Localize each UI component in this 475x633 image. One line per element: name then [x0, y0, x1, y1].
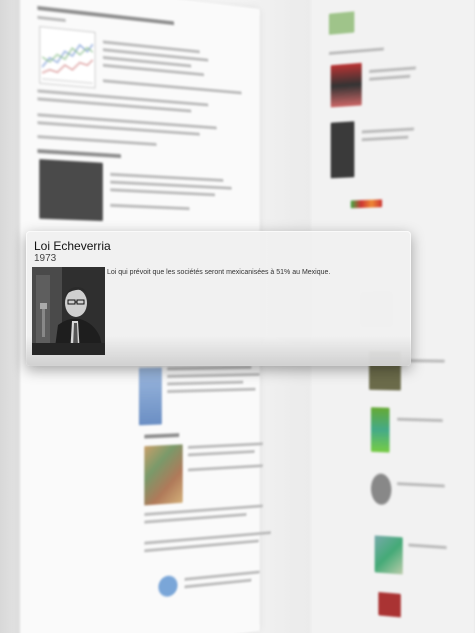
blurred-text	[167, 373, 260, 378]
blurred-text	[167, 387, 256, 393]
event-description: Loi qui prévoit que les sociétés seront …	[107, 269, 331, 276]
blurred-text	[397, 417, 443, 423]
blurred-text	[37, 135, 157, 146]
blurred-text	[361, 135, 409, 142]
background-page-content	[28, 0, 271, 598]
event-title: Loi Echeverria	[34, 239, 111, 253]
blurred-text	[187, 450, 255, 457]
blurred-text	[187, 442, 263, 449]
blurred-text	[184, 578, 252, 589]
blurred-text	[37, 15, 66, 22]
blurred-photo	[39, 159, 103, 222]
blurred-un-logo	[158, 574, 178, 598]
blurred-text	[369, 66, 416, 73]
blurred-map	[138, 367, 162, 426]
event-popup[interactable]: Loi Echeverria 1973 Loi qui prévoit que …	[26, 231, 411, 366]
blurred-text	[110, 203, 190, 211]
blurred-banknotes-photo	[144, 444, 183, 506]
portrait-photo	[32, 267, 105, 355]
timeline-viewer: Loi Echeverria 1973 Loi qui prévoit que …	[0, 0, 475, 633]
blurred-text	[408, 543, 447, 550]
blurred-text	[328, 47, 384, 55]
blurred-map	[370, 407, 390, 453]
blurred-photo	[374, 535, 403, 575]
blurred-text	[406, 359, 445, 363]
blurred-photo	[330, 121, 355, 179]
blurred-text	[167, 380, 244, 386]
blurred-globe	[370, 473, 392, 506]
blurred-text	[361, 127, 415, 134]
blurred-map	[328, 11, 355, 35]
blurred-heading	[144, 433, 180, 439]
blurred-heading	[37, 5, 175, 26]
blurred-text	[110, 172, 224, 182]
blurred-text	[167, 365, 252, 371]
blurred-text	[369, 74, 411, 81]
blurred-photo	[330, 62, 362, 108]
blurred-heading	[37, 149, 122, 159]
blurred-flags	[350, 199, 383, 209]
blurred-text	[397, 482, 445, 488]
blurred-text	[110, 188, 216, 197]
background-page-content	[318, 0, 467, 618]
event-photo	[32, 267, 105, 355]
blurred-text	[102, 79, 242, 95]
chart-thumbnail	[39, 26, 96, 89]
blurred-text	[187, 464, 263, 472]
blurred-photo	[378, 592, 401, 618]
event-year: 1973	[34, 253, 57, 264]
